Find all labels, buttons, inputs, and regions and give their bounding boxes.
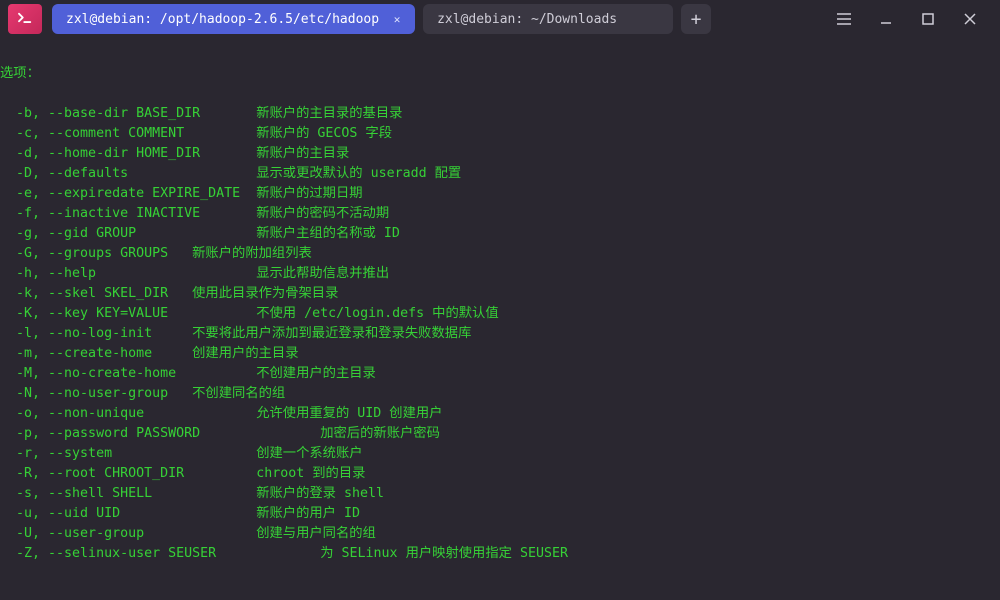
option-desc: 新账户的登录 shell (256, 486, 384, 501)
plus-icon: + (691, 9, 702, 30)
option-flags: -p, --password PASSWORD (0, 426, 320, 441)
terminal-viewport[interactable]: 选项： -b, --base-dir BASE_DIR 新账户的主目录的基目录 … (0, 38, 1000, 600)
close-icon (963, 12, 977, 26)
option-line: -m, --create-home 创建用户的主目录 (0, 344, 1000, 364)
option-desc: 新账户的密码不活动期 (256, 206, 389, 221)
option-flags: -u, --uid UID (0, 506, 256, 521)
option-desc: 新账户的主目录 (256, 146, 349, 161)
option-flags: -g, --gid GROUP (0, 226, 256, 241)
option-flags: -U, --user-group (0, 526, 256, 541)
tab-strip: zxl@debian: /opt/hadoop-2.6.5/etc/hadoop… (52, 4, 711, 34)
option-flags: -K, --key KEY=VALUE (0, 306, 256, 321)
option-line: -l, --no-log-init 不要将此用户添加到最近登录和登录失败数据库 (0, 324, 1000, 344)
option-desc: 新账户的过期日期 (256, 186, 362, 201)
option-line: -d, --home-dir HOME_DIR 新账户的主目录 (0, 144, 1000, 164)
option-flags: -b, --base-dir BASE_DIR (0, 106, 256, 121)
option-line: -p, --password PASSWORD 加密后的新账户密码 (0, 424, 1000, 444)
terminal-icon (16, 10, 34, 28)
option-flags: -Z, --selinux-user SEUSER (0, 546, 320, 561)
option-line: -s, --shell SHELL 新账户的登录 shell (0, 484, 1000, 504)
option-line: -G, --groups GROUPS 新账户的附加组列表 (0, 244, 1000, 264)
option-desc: 新账户的附加组列表 (192, 246, 312, 261)
options-header: 选项： (0, 64, 1000, 84)
new-tab-button[interactable]: + (681, 4, 711, 34)
option-desc: 不要将此用户添加到最近登录和登录失败数据库 (192, 326, 471, 341)
tab-inactive[interactable]: zxl@debian: ~/Downloads (423, 4, 673, 34)
option-desc: 显示或更改默认的 useradd 配置 (256, 166, 461, 181)
minimize-button[interactable] (878, 11, 894, 27)
option-flags: -R, --root CHROOT_DIR (0, 466, 256, 481)
option-desc: 加密后的新账户密码 (320, 426, 440, 441)
tab-active[interactable]: zxl@debian: /opt/hadoop-2.6.5/etc/hadoop… (52, 4, 415, 34)
option-desc: 为 SELinux 用户映射使用指定 SEUSER (320, 546, 568, 561)
window-controls (836, 11, 992, 27)
option-line: -f, --inactive INACTIVE 新账户的密码不活动期 (0, 204, 1000, 224)
option-flags: -m, --create-home (0, 346, 192, 361)
option-desc: 不使用 /etc/login.defs 中的默认值 (256, 306, 498, 321)
option-flags: -r, --system (0, 446, 256, 461)
option-desc: 新账户主组的名称或 ID (256, 226, 400, 241)
option-line: -Z, --selinux-user SEUSER 为 SELinux 用户映射… (0, 544, 1000, 564)
tab-title: zxl@debian: ~/Downloads (437, 12, 617, 27)
option-flags: -c, --comment COMMENT (0, 126, 256, 141)
option-line: -N, --no-user-group 不创建同名的组 (0, 384, 1000, 404)
option-flags: -h, --help (0, 266, 256, 281)
option-flags: -D, --defaults (0, 166, 256, 181)
option-flags: -o, --non-unique (0, 406, 256, 421)
option-desc: 新账户的主目录的基目录 (256, 106, 402, 121)
option-line: -k, --skel SKEL_DIR 使用此目录作为骨架目录 (0, 284, 1000, 304)
option-line: -e, --expiredate EXPIRE_DATE 新账户的过期日期 (0, 184, 1000, 204)
option-desc: 创建用户的主目录 (192, 346, 298, 361)
option-flags: -N, --no-user-group (0, 386, 192, 401)
option-flags: -k, --skel SKEL_DIR (0, 286, 192, 301)
option-desc: 使用此目录作为骨架目录 (192, 286, 338, 301)
option-desc: 不创建用户的主目录 (256, 366, 376, 381)
option-desc: chroot 到的目录 (256, 466, 365, 481)
close-button[interactable] (962, 11, 978, 27)
option-line: -u, --uid UID 新账户的用户 ID (0, 504, 1000, 524)
menu-button[interactable] (836, 11, 852, 27)
option-line: -b, --base-dir BASE_DIR 新账户的主目录的基目录 (0, 104, 1000, 124)
option-line: -K, --key KEY=VALUE 不使用 /etc/login.defs … (0, 304, 1000, 324)
option-desc: 创建与用户同名的组 (256, 526, 376, 541)
titlebar: zxl@debian: /opt/hadoop-2.6.5/etc/hadoop… (0, 0, 1000, 38)
tab-title: zxl@debian: /opt/hadoop-2.6.5/etc/hadoop (66, 12, 379, 27)
option-line: -g, --gid GROUP 新账户主组的名称或 ID (0, 224, 1000, 244)
option-desc: 不创建同名的组 (192, 386, 285, 401)
hamburger-icon (836, 12, 852, 26)
option-flags: -M, --no-create-home (0, 366, 256, 381)
option-flags: -s, --shell SHELL (0, 486, 256, 501)
option-line: -D, --defaults 显示或更改默认的 useradd 配置 (0, 164, 1000, 184)
option-flags: -f, --inactive INACTIVE (0, 206, 256, 221)
option-line: -o, --non-unique 允许使用重复的 UID 创建用户 (0, 404, 1000, 424)
maximize-icon (921, 12, 935, 26)
option-line: -c, --comment COMMENT 新账户的 GECOS 字段 (0, 124, 1000, 144)
option-flags: -e, --expiredate EXPIRE_DATE (0, 186, 256, 201)
option-desc: 允许使用重复的 UID 创建用户 (256, 406, 442, 421)
option-desc: 创建一个系统账户 (256, 446, 362, 461)
option-line: -M, --no-create-home 不创建用户的主目录 (0, 364, 1000, 384)
maximize-button[interactable] (920, 11, 936, 27)
option-line: -r, --system 创建一个系统账户 (0, 444, 1000, 464)
option-flags: -l, --no-log-init (0, 326, 192, 341)
option-line: -U, --user-group 创建与用户同名的组 (0, 524, 1000, 544)
option-line: -h, --help 显示此帮助信息并推出 (0, 264, 1000, 284)
close-icon[interactable]: ✕ (389, 11, 405, 27)
option-desc: 新账户的用户 ID (256, 506, 360, 521)
app-icon (8, 4, 42, 34)
option-desc: 显示此帮助信息并推出 (256, 266, 389, 281)
option-line: -R, --root CHROOT_DIR chroot 到的目录 (0, 464, 1000, 484)
option-flags: -d, --home-dir HOME_DIR (0, 146, 256, 161)
minimize-icon (879, 12, 893, 26)
option-flags: -G, --groups GROUPS (0, 246, 192, 261)
option-desc: 新账户的 GECOS 字段 (256, 126, 392, 141)
